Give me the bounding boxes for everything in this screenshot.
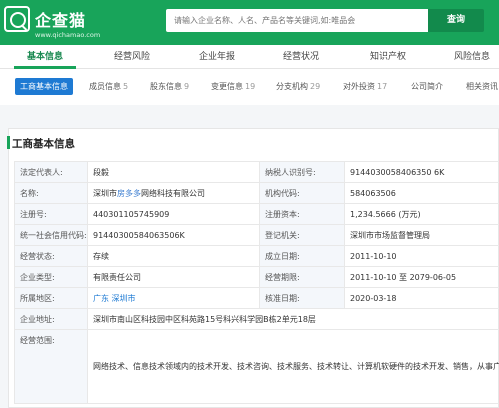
subtab-investments[interactable]: 对外投资 17 xyxy=(343,78,387,95)
table-row: 所属地区: 广东 深圳市 核准日期: 2020-03-18 xyxy=(14,287,499,309)
scope-value: 网络技术、信息技术领域内的技术开发、技术咨询、技术服务、技术转让、计算机软硬件的… xyxy=(87,329,499,404)
type-value: 有限责任公司 xyxy=(87,266,260,288)
credit-code-label: 统一社会信用代码: xyxy=(14,224,88,246)
table-row: 注册号: 440301105745909 注册资本: 1,234.5666 (万… xyxy=(14,203,499,225)
founded-value: 2011-10-10 xyxy=(344,245,499,267)
section-accent-bar xyxy=(7,136,10,149)
tab-annual-report[interactable]: 企业年报 xyxy=(186,45,248,69)
table-row: 企业类型: 有限责任公司 经营期限: 2011-10-10 至 2079-06-… xyxy=(14,266,499,288)
section-title: 工商基本信息 xyxy=(12,138,75,150)
region-value: 广东 深圳市 xyxy=(87,287,260,309)
tab-business-risk[interactable]: 经营风险 xyxy=(101,45,163,69)
reg-no-label: 注册号: xyxy=(14,203,88,225)
scope-label: 经营范围: xyxy=(14,329,88,404)
table-row: 法定代表人: 段毅 纳税人识别号: 9144030058406350 6K xyxy=(14,161,499,183)
authority-label: 登记机关: xyxy=(259,224,345,246)
region-label: 所属地区: xyxy=(14,287,88,309)
subtab-business-info[interactable]: 工商基本信息 xyxy=(15,78,73,95)
term-value: 2011-10-10 至 2079-06-05 xyxy=(344,266,499,288)
table-row: 经营范围: 网络技术、信息技术领域内的技术开发、技术咨询、技术服务、技术转让、计… xyxy=(14,329,499,404)
subtab-company-profile[interactable]: 公司简介 xyxy=(411,78,443,95)
brand-name[interactable]: 企查猫 xyxy=(35,7,86,31)
legal-rep-label: 法定代表人: xyxy=(14,161,88,183)
subtab-related-news[interactable]: 相关资讯 xyxy=(466,78,498,95)
taxpayer-label: 纳税人识别号: xyxy=(259,161,345,183)
taxpayer-value: 9144030058406350 6K xyxy=(344,161,499,183)
tab-intellectual-property[interactable]: 知识产权 xyxy=(357,45,419,69)
brand-url: www.qichamao.com xyxy=(35,31,101,39)
reg-no-value: 440301105745909 xyxy=(87,203,260,225)
table-row: 经营状态: 存续 成立日期: 2011-10-10 xyxy=(14,245,499,267)
address-label: 企业地址: xyxy=(14,308,88,330)
subtab-members[interactable]: 成员信息 5 xyxy=(89,78,128,95)
tab-operation-status[interactable]: 经营状况 xyxy=(270,45,332,69)
table-row: 统一社会信用代码: 91440300584063506K 登记机关: 深圳市市场… xyxy=(14,224,499,246)
search-button[interactable]: 查询 xyxy=(428,9,484,32)
reg-cap-label: 注册资本: xyxy=(259,203,345,225)
top-header-bar: 企查猫 www.qichamao.com 查询 xyxy=(0,0,499,45)
approved-value: 2020-03-18 xyxy=(344,287,499,309)
address-value: 深圳市南山区科技园中区科苑路15号科兴科学园B栋2单元18层 xyxy=(87,308,499,330)
company-name-value: 深圳市房多多网络科技有限公司 xyxy=(87,182,260,204)
org-code-label: 机构代码: xyxy=(259,182,345,204)
search-input[interactable] xyxy=(166,9,428,32)
tab-risk-info[interactable]: 风险信息 xyxy=(441,45,499,69)
logo-search-icon[interactable] xyxy=(4,6,30,32)
subtab-changes[interactable]: 变更信息 19 xyxy=(211,78,255,95)
name-label: 名称: xyxy=(14,182,88,204)
term-label: 经营期限: xyxy=(259,266,345,288)
status-value: 存续 xyxy=(87,245,260,267)
region-city-link[interactable]: 深圳市 xyxy=(112,294,136,303)
org-code-value: 584063506 xyxy=(344,182,499,204)
authority-value: 深圳市市场监督管理局 xyxy=(344,224,499,246)
legal-rep-link[interactable]: 段毅 xyxy=(87,161,260,183)
subtab-branches[interactable]: 分支机构 29 xyxy=(276,78,320,95)
status-label: 经营状态: xyxy=(14,245,88,267)
business-info-table: 法定代表人: 段毅 纳税人识别号: 9144030058406350 6K 名称… xyxy=(14,161,499,404)
region-province-link[interactable]: 广东 xyxy=(93,294,109,303)
reg-cap-value: 1,234.5666 (万元) xyxy=(344,203,499,225)
sub-tabs: 工商基本信息 成员信息 5 股东信息 9 变更信息 19 分支机构 29 对外投资 17 … xyxy=(0,69,499,105)
subtab-shareholders[interactable]: 股东信息 9 xyxy=(150,78,189,95)
type-label: 企业类型: xyxy=(14,266,88,288)
credit-code-value: 91440300584063506K xyxy=(87,224,260,246)
table-row: 名称: 深圳市房多多网络科技有限公司 机构代码: 584063506 xyxy=(14,182,499,204)
approved-label: 核准日期: xyxy=(259,287,345,309)
founded-label: 成立日期: xyxy=(259,245,345,267)
table-row: 企业地址: 深圳市南山区科技园中区科苑路15号科兴科学园B栋2单元18层 xyxy=(14,308,499,330)
